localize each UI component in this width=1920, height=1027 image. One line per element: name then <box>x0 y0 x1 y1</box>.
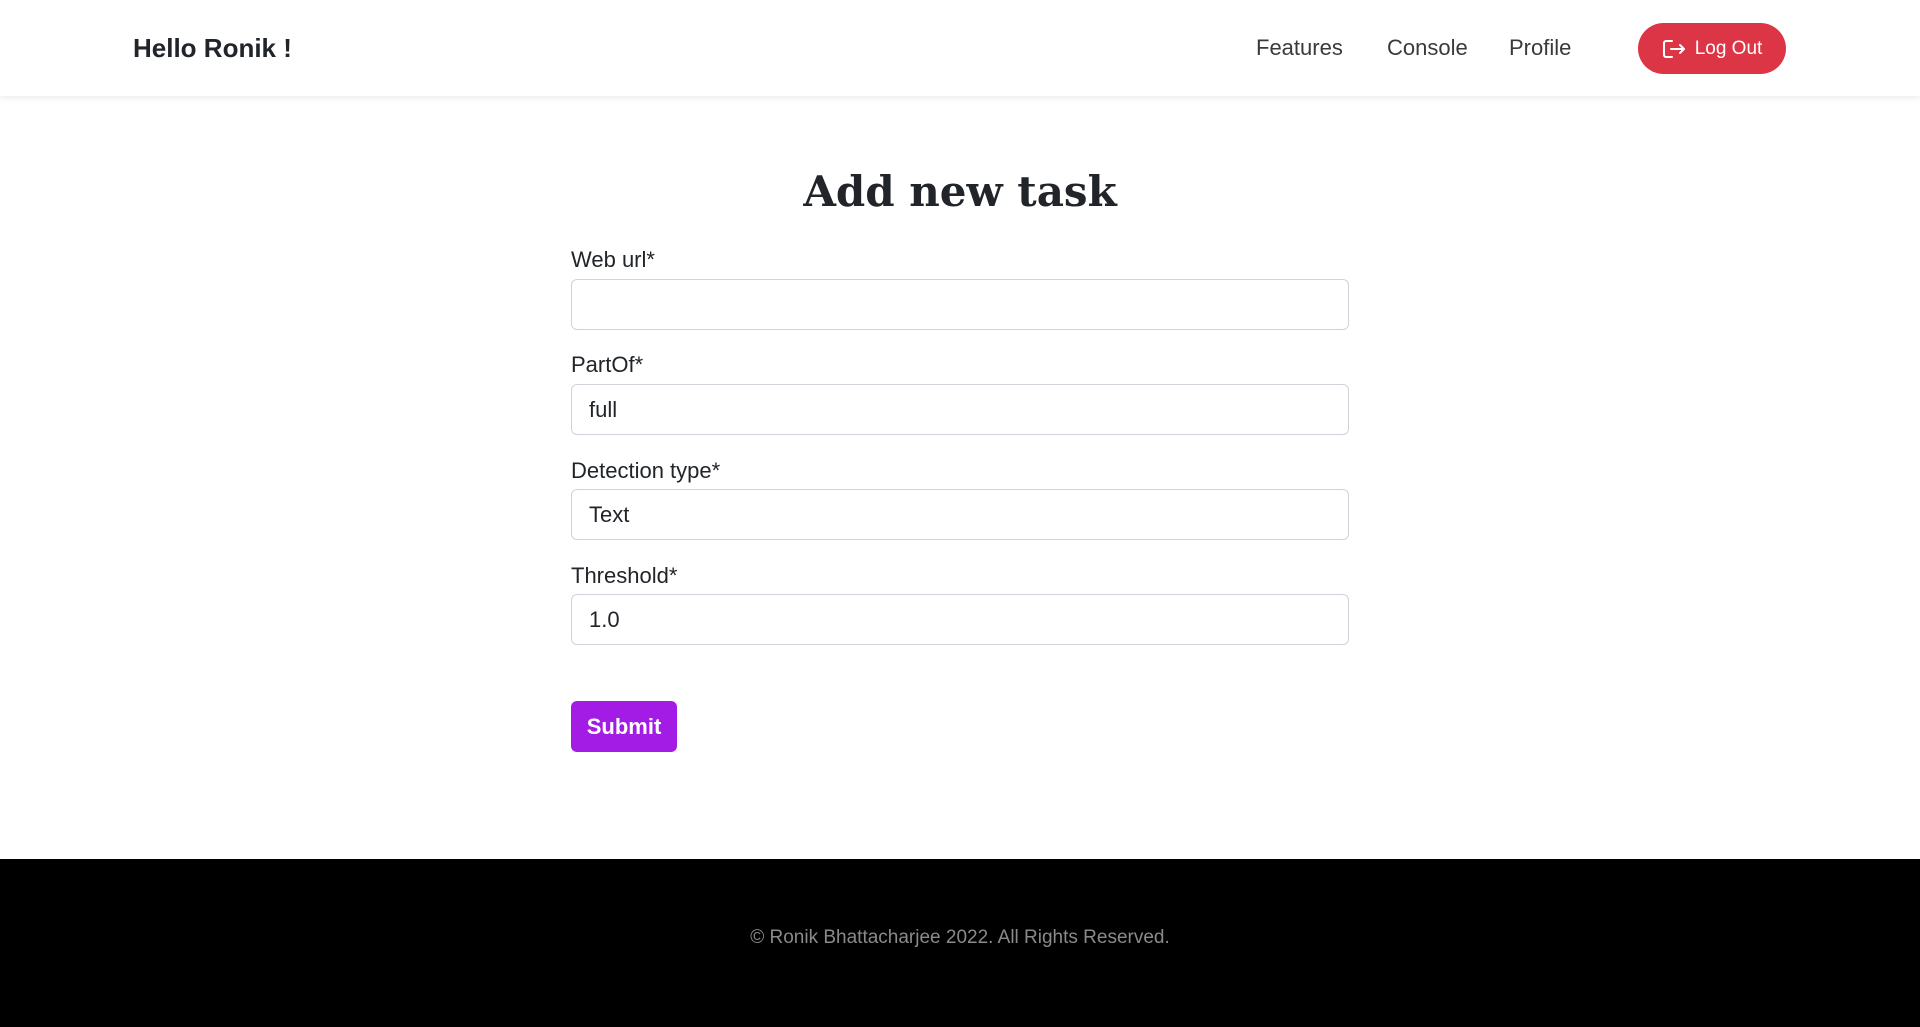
part-of-label: PartOf* <box>571 352 644 377</box>
page-title: Add new task <box>803 167 1117 216</box>
navbar: Hello Ronik ! Features Console Profile L… <box>0 0 1920 96</box>
detection-type-input[interactable] <box>571 489 1349 540</box>
logout-button[interactable]: Log Out <box>1638 23 1786 74</box>
copyright-text: © Ronik Bhattacharjee 2022. All Rights R… <box>750 927 1170 948</box>
nav-link-profile[interactable]: Profile <box>1509 34 1571 62</box>
nav-link-features[interactable]: Features <box>1256 34 1343 62</box>
main-content: Add new task Web url* PartOf* Detection … <box>0 96 1920 859</box>
detection-type-label: Detection type* <box>571 458 721 483</box>
footer: © Ronik Bhattacharjee 2022. All Rights R… <box>0 859 1920 1027</box>
submit-button[interactable]: Submit <box>571 701 677 752</box>
nav-link-console[interactable]: Console <box>1387 34 1468 62</box>
web-url-input[interactable] <box>571 279 1349 330</box>
web-url-label: Web url* <box>571 247 655 272</box>
threshold-label: Threshold* <box>571 563 678 588</box>
brand-greeting[interactable]: Hello Ronik ! <box>133 32 292 64</box>
part-of-input[interactable] <box>571 384 1349 435</box>
threshold-input[interactable] <box>571 594 1349 645</box>
logout-icon <box>1662 38 1686 60</box>
logout-label: Log Out <box>1694 37 1763 59</box>
